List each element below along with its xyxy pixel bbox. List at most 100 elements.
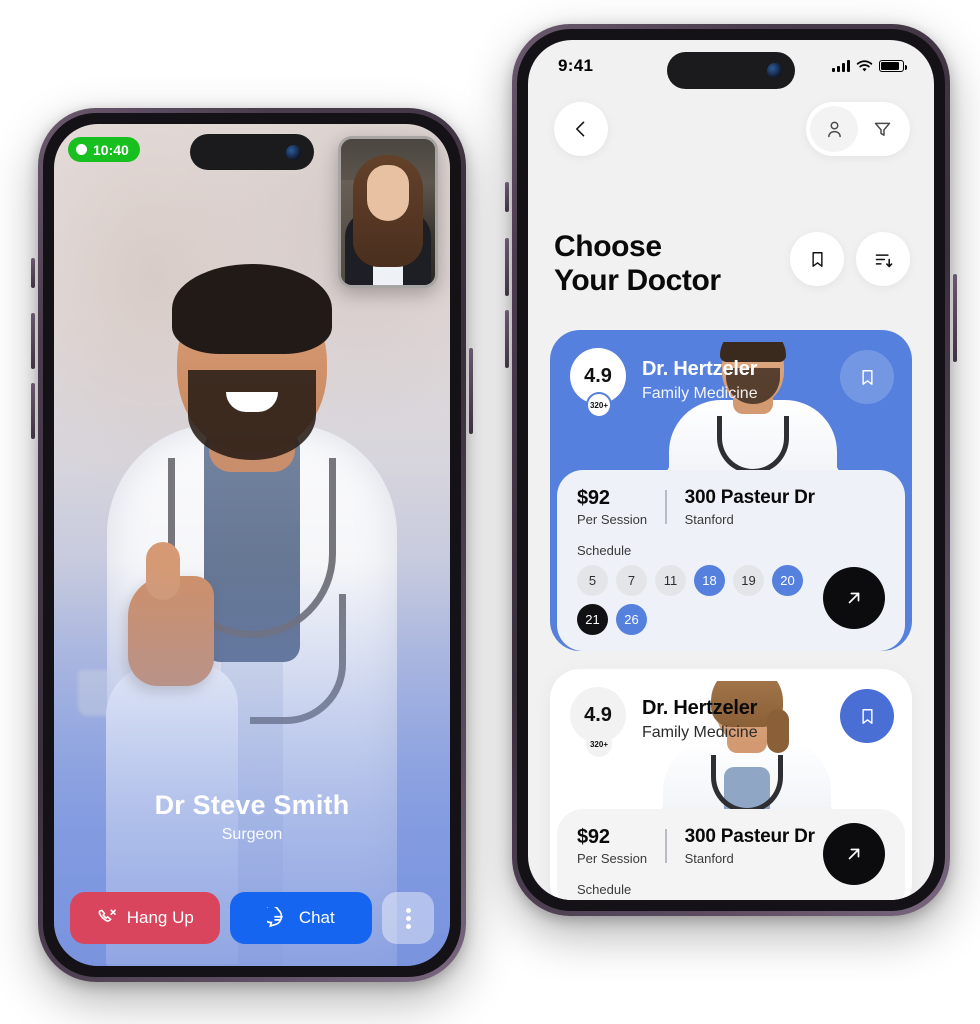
self-view-thumbnail[interactable] [338,136,438,288]
rating-count-badge: 320+ [586,392,612,418]
bookmark-icon [861,708,873,724]
doctor-card-details: $92 Per Session 300 Pasteur Dr Stanford … [557,809,905,900]
price-address-row: $92 Per Session 300 Pasteur Dr Stanford [577,487,885,527]
battery-icon [879,60,907,72]
record-dot-icon [76,144,87,155]
rating-count-badge: 320+ [586,731,612,757]
doctor-card[interactable]: 4.9 320+ Dr. Hertzeler Family Medicine $… [550,330,912,651]
schedule-day[interactable]: 21 [577,604,608,635]
doctor-card[interactable]: 4.9 320+ Dr. Hertzeler Family Medicine $… [550,669,912,900]
chevron-left-icon [576,121,585,137]
phone-hangup-icon [98,909,116,922]
front-camera-icon [286,144,301,160]
address-street: 300 Pasteur Dr [684,487,815,508]
doctor-identity: Dr. Hertzeler Family Medicine [642,358,758,403]
doctor-specialty: Family Medicine [642,724,758,741]
address-block: 300 Pasteur Dr Stanford [685,826,815,866]
call-timer-text: 10:40 [93,141,129,158]
volume-down-button[interactable] [31,383,35,439]
front-camera-icon [767,63,782,78]
schedule-day[interactable]: 5 [577,565,608,596]
address-city: Stanford [684,851,734,866]
address-street: 300 Pasteur Dr [684,826,815,847]
doctor-card-header: 4.9 320+ Dr. Hertzeler Family Medicine [550,330,912,492]
top-actions-group [806,102,910,156]
page-title: Choose Your Doctor [554,230,721,298]
price-value: $92 [577,826,610,848]
schedule-day[interactable]: 19 [733,565,764,596]
phone-bezel: 10:40 Dr Steve Smith Surgeon Hang Up Cha… [43,113,461,977]
volume-down-button[interactable] [505,310,509,368]
status-time: 9:41 [558,56,594,75]
funnel-filter-icon [874,122,890,136]
call-duration-badge: 10:40 [68,137,140,162]
sort-button[interactable] [856,232,910,286]
dynamic-island [667,52,795,89]
bookmark-icon [861,369,873,385]
price-label: Per Session [577,512,648,527]
doctor-specialty: Family Medicine [642,385,758,402]
chat-label: Chat [298,908,335,927]
power-button[interactable] [953,274,957,362]
doctor-card-header: 4.9 320+ Dr. Hertzeler Family Medicine [550,669,912,831]
more-options-button[interactable] [382,892,434,944]
dynamic-island [190,134,314,170]
cellular-signal-icon [832,60,850,72]
page-title-line2: Your Doctor [554,263,721,297]
screenshot-canvas: 10:40 Dr Steve Smith Surgeon Hang Up Cha… [0,0,980,1024]
address-city: Stanford [684,512,734,527]
schedule-label: Schedule [577,882,632,897]
phone-device-doctor-list: 9:41 Choose Your Doctor 4.9 320+ Dr. Her… [505,24,957,916]
chat-button[interactable]: Chat [229,892,372,944]
schedule-day[interactable]: 26 [616,604,647,635]
self-view-face [367,165,409,221]
schedule-day[interactable]: 11 [655,565,686,596]
open-doctor-button[interactable] [823,823,885,885]
wifi-icon [856,59,873,71]
hang-up-label: Hang Up [126,908,194,927]
bookmark-icon [811,251,823,267]
doctor-name: Dr. Hertzeler [642,358,758,380]
price-block: $92 Per Session [577,487,647,527]
mute-switch[interactable] [505,182,509,212]
doctor-identity: Dr. Hertzeler Family Medicine [642,697,758,742]
arrow-up-right-icon [848,848,860,860]
schedule-day[interactable]: 20 [772,565,803,596]
more-vertical-icon [405,907,411,929]
divider [665,829,667,863]
price-label: Per Session [577,851,648,866]
back-button[interactable] [554,102,608,156]
caller-info: Dr Steve Smith Surgeon [54,790,450,844]
caller-role: Surgeon [221,826,283,843]
profile-button[interactable] [810,106,858,152]
doctor-list-screen: 9:41 Choose Your Doctor 4.9 320+ Dr. Her… [528,40,934,900]
header-actions [790,232,910,286]
page-title-line1: Choose [554,230,662,263]
mute-switch[interactable] [31,258,35,288]
call-controls-bar: Hang Up Chat [70,892,434,944]
filter-button[interactable] [858,106,906,152]
arrow-up-right-icon [848,592,860,604]
power-button[interactable] [469,348,473,434]
open-doctor-button[interactable] [823,567,885,629]
volume-up-button[interactable] [31,313,35,369]
schedule-day[interactable]: 7 [616,565,647,596]
divider [665,490,667,524]
hang-up-button[interactable]: Hang Up [70,892,220,944]
saved-doctors-button[interactable] [790,232,844,286]
status-indicators [832,59,907,73]
chat-bubble-icon [266,906,283,927]
price-block: $92 Per Session [577,826,647,866]
sort-descending-icon [875,253,892,267]
schedule-day-list: 5 7 11 18 19 20 21 26 [577,565,825,635]
page-header: Choose Your Doctor [554,230,910,298]
schedule-day[interactable]: 18 [694,565,725,596]
bookmark-button[interactable] [840,350,894,404]
bookmark-button[interactable] [840,689,894,743]
volume-up-button[interactable] [505,238,509,296]
person-icon [827,121,841,137]
top-navigation [554,102,910,156]
address-block: 300 Pasteur Dr Stanford [685,487,815,527]
phone-bezel: 9:41 Choose Your Doctor 4.9 320+ Dr. Her… [517,29,945,911]
price-value: $92 [577,487,610,509]
